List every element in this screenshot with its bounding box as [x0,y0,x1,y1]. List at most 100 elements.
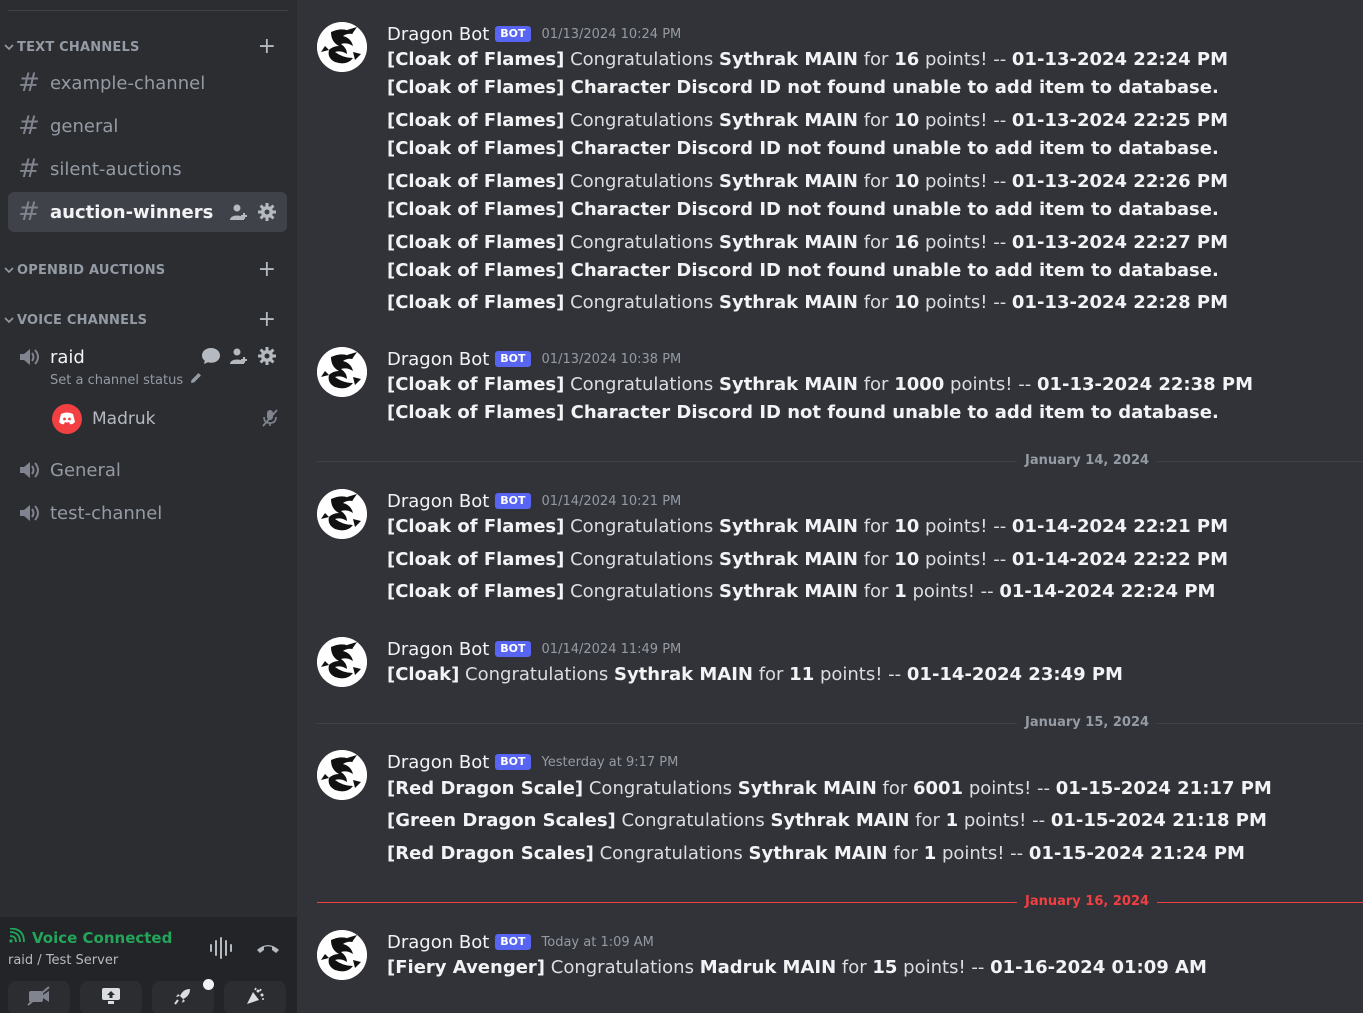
add-channel-icon[interactable]: + [258,36,276,58]
text-segment: points! -- [919,516,1012,537]
avatar[interactable] [317,347,367,397]
author-name[interactable]: Dragon Bot [387,491,489,512]
avatar [52,404,82,434]
item-name: [Cloak of Flames] [387,110,565,131]
message-header: Dragon Bot BOT 01/13/2024 10:38 PM [387,347,681,371]
category-text-channels[interactable]: TEXT CHANNELS + [0,36,290,58]
text-segment: points! -- [944,374,1037,395]
screen-share-button[interactable] [80,981,142,1013]
text-segment: Congratulations [564,374,719,395]
message-line: [Cloak of Flames] Character Discord ID n… [387,402,1219,423]
signal-icon [8,927,26,948]
noise-suppression-icon[interactable] [209,937,233,963]
message-line: [Red Dragon Scale] Congratulations Sythr… [387,778,1272,799]
award-date: 01-15-2024 21:24 PM [1028,843,1245,864]
award-date: 01-14-2024 22:24 PM [999,581,1216,602]
voice-user-madruk[interactable]: Madruk [52,404,282,434]
channel-example-channel[interactable]: # example-channel [8,63,287,103]
avatar[interactable] [317,637,367,687]
category-voice-channels[interactable]: VOICE CHANNELS + [0,309,290,331]
text-segment: Congratulations [593,843,749,864]
text-segment: for [909,810,946,831]
award-date: 01-13-2024 22:28 PM [1011,292,1228,313]
item-name: [Cloak of Flames] [387,232,565,253]
message-line: [Green Dragon Scales] Congratulations Sy… [387,810,1267,831]
points-value: 6001 [912,778,964,799]
channel-general[interactable]: # general [8,106,287,146]
activity-button[interactable] [152,979,214,1013]
points-value: 10 [894,110,920,131]
bot-badge: BOT [495,934,531,950]
screen-share-icon [100,986,122,1010]
create-invite-icon[interactable] [229,346,249,370]
text-segment: Congratulations [564,516,719,537]
channel-silent-auctions[interactable]: # silent-auctions [8,149,287,189]
date-divider: January 15, 2024 [317,713,1363,733]
text-segment: Congratulations [583,778,738,799]
divider-line [317,902,1363,903]
voice-connected-status[interactable]: Voice Connected [8,927,173,948]
character-name: Sythrak MAIN [719,232,858,253]
voice-connection-panel: Voice Connected raid / Test Server [0,917,297,1013]
text-segment: Congratulations [615,810,771,831]
soundboard-button[interactable] [224,981,286,1013]
item-name: [Cloak of Flames] [387,171,565,192]
message-line: [Cloak of Flames] Character Discord ID n… [387,138,1219,159]
voice-location[interactable]: raid / Test Server [8,953,118,968]
set-channel-status[interactable]: Set a channel status [50,371,203,389]
add-channel-icon[interactable]: + [258,259,276,281]
author-name[interactable]: Dragon Bot [387,752,489,773]
bot-badge: BOT [495,351,531,367]
points-value: 1 [894,581,907,602]
hash-icon: # [18,68,40,98]
timestamp: 01/14/2024 10:21 PM [541,493,682,509]
voice-status-text: Voice Connected [32,929,173,947]
points-value: 10 [894,516,920,537]
points-value: 10 [894,171,920,192]
item-name: [Fiery Avenger] [387,957,546,978]
channel-auction-winners[interactable]: # auction-winners [8,192,287,232]
points-value: 10 [894,549,920,570]
author-name[interactable]: Dragon Bot [387,932,489,953]
text-segment: for [857,232,895,253]
points-value: 1 [923,843,937,864]
character-name: Sythrak MAIN [737,778,877,799]
voice-channel-test-channel[interactable]: test-channel [8,500,287,526]
author-name[interactable]: Dragon Bot [387,349,489,370]
add-channel-icon[interactable]: + [258,309,276,331]
category-label: TEXT CHANNELS [17,39,140,55]
avatar[interactable] [317,750,367,800]
message-line: [Cloak of Flames] Congratulations Sythra… [387,292,1228,313]
voice-channel-general[interactable]: General [8,457,287,483]
gear-icon[interactable] [257,346,277,370]
avatar[interactable] [317,489,367,539]
category-label: VOICE CHANNELS [17,312,148,328]
category-openbid-auctions[interactable]: OPENBID AUCTIONS + [0,259,290,281]
text-segment: points! -- [958,810,1051,831]
author-name[interactable]: Dragon Bot [387,639,489,660]
voice-channel-name: test-channel [50,502,163,524]
text-segment: points! -- [919,549,1012,570]
text-segment: points! -- [919,292,1012,313]
text-segment: Congratulations [564,49,719,70]
text-segment: points! -- [963,778,1056,799]
create-invite-icon[interactable] [229,202,249,226]
error-text: [Cloak of Flames] Character Discord ID n… [387,138,1219,159]
message-line: [Cloak of Flames] Congratulations Sythra… [387,171,1228,192]
author-name[interactable]: Dragon Bot [387,24,489,45]
avatar[interactable] [317,22,367,72]
chat-bubble-icon[interactable] [201,346,221,370]
item-name: [Cloak of Flames] [387,516,565,537]
voice-channel-raid[interactable]: raid [8,344,287,370]
error-text: [Cloak of Flames] Character Discord ID n… [387,199,1219,220]
text-segment: points! -- [897,957,991,978]
avatar[interactable] [317,930,367,980]
gear-icon[interactable] [257,202,277,226]
message-line: [Cloak of Flames] Congratulations Sythra… [387,374,1253,395]
message-header: Dragon Bot BOT 01/14/2024 10:21 PM [387,489,681,513]
camera-off-button[interactable] [8,981,70,1013]
disconnect-icon[interactable] [255,940,281,960]
text-segment: Congratulations [564,171,719,192]
text-segment: Congratulations [564,232,719,253]
rocket-icon [173,986,193,1010]
